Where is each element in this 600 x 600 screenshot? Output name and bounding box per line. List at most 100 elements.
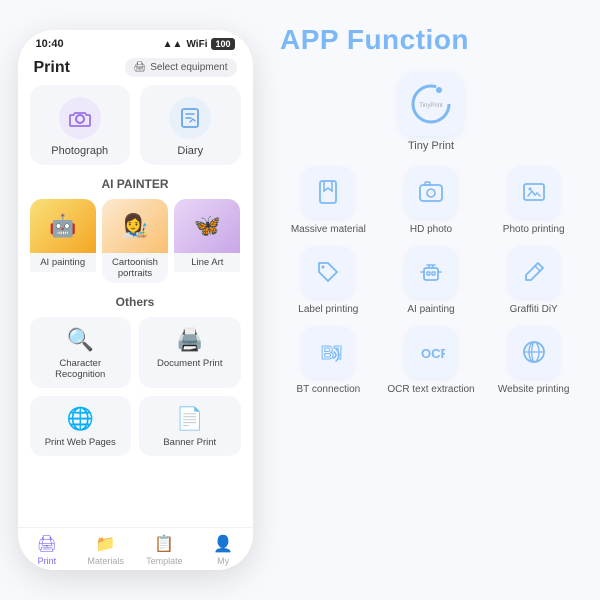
nav-print[interactable]: 🖨 Print	[18, 534, 77, 566]
ocr-text-icon-wrap: OCR	[405, 326, 457, 378]
character-recognition-icon: 🔍	[67, 327, 94, 353]
camera-icon	[68, 106, 92, 130]
cartoonish-label: Cartoonish portraits	[102, 253, 168, 283]
diary-icon-wrap	[169, 97, 211, 139]
battery-icon: 100	[211, 38, 234, 50]
materials-nav-icon: 📁	[96, 534, 116, 554]
diary-label: Diary	[177, 145, 203, 157]
phone-screen: 10:40 ▲▲ WiFi 100 Print 🖨 Select equipme…	[18, 30, 253, 570]
ai-painting-feature-label: AI painting	[407, 303, 454, 316]
template-nav-icon: 📋	[154, 534, 174, 554]
bt-connection-item[interactable]: BT BT connection	[280, 326, 377, 396]
ai-painting-item[interactable]: 🤖 AI painting	[30, 199, 96, 283]
label-printing-item[interactable]: Label printing	[280, 246, 377, 316]
materials-nav-label: Materials	[87, 556, 124, 566]
line-art-item[interactable]: 🦋 Line Art	[174, 199, 240, 283]
document-print-icon: 🖨️	[176, 327, 203, 353]
document-print-item[interactable]: 🖨️ Document Print	[139, 317, 241, 388]
butterfly-icon: 🦋	[194, 213, 221, 239]
print-web-pages-item[interactable]: 🌐 Print Web Pages	[30, 396, 132, 456]
photo-printing-item[interactable]: Photo printing	[485, 166, 582, 236]
wifi-icon: WiFi	[186, 39, 207, 50]
website-printing-label: Website printing	[498, 383, 570, 396]
others-grid: 🔍 Character Recognition 🖨️ Document Prin…	[30, 317, 241, 456]
graffiti-diy-item[interactable]: Graffiti DiY	[485, 246, 582, 316]
character-recognition-label: Character Recognition	[38, 358, 124, 380]
phone-mockup: 10:40 ▲▲ WiFi 100 Print 🖨 Select equipme…	[0, 0, 270, 600]
hd-photo-icon-wrap	[405, 166, 457, 218]
quick-actions-row: Photograph Diary	[30, 85, 241, 165]
nav-template[interactable]: 📋 Template	[135, 534, 194, 566]
app-function-panel: APP Function TinyPrint Tiny Print Massiv…	[270, 0, 600, 600]
line-art-label: Line Art	[174, 253, 240, 272]
label-printing-label: Label printing	[298, 303, 358, 316]
ocr-icon: OCR	[417, 338, 445, 366]
tiny-print-logo: TinyPrint Tiny Print	[280, 72, 582, 152]
phone-scroll-area[interactable]: Photograph Diary AI PAINTER	[18, 85, 253, 527]
website-printing-icon-wrap	[508, 326, 560, 378]
tag-icon	[314, 258, 342, 286]
globe-icon	[520, 338, 548, 366]
label-printing-icon-wrap	[302, 246, 354, 298]
line-art-thumb: 🦋	[174, 199, 240, 253]
ai-painting-feature-item[interactable]: AI painting	[383, 246, 480, 316]
print-web-pages-label: Print Web Pages	[45, 437, 116, 448]
status-time: 10:40	[36, 38, 64, 50]
bt-connection-label: BT connection	[296, 383, 360, 396]
app-function-title: APP Function	[280, 24, 582, 56]
nav-materials[interactable]: 📁 Materials	[76, 534, 135, 566]
phone-header-title: Print	[34, 59, 70, 77]
my-nav-icon: 👤	[213, 534, 233, 554]
ocr-text-item[interactable]: OCR OCR text extraction	[383, 326, 480, 396]
tiny-print-logo-svg: TinyPrint	[407, 80, 455, 128]
nav-my[interactable]: 👤 My	[194, 534, 253, 566]
cartoonish-portraits-item[interactable]: 👩‍🎨 Cartoonish portraits	[102, 199, 168, 283]
banner-print-icon: 📄	[176, 406, 203, 432]
ocr-text-label: OCR text extraction	[387, 383, 474, 396]
bt-connection-icon-wrap: BT	[302, 326, 354, 378]
my-nav-label: My	[217, 556, 229, 566]
massive-material-icon-wrap	[302, 166, 354, 218]
tiny-print-label: Tiny Print	[408, 140, 454, 152]
camera-hd-icon	[417, 178, 445, 206]
photo-printing-label: Photo printing	[503, 223, 565, 236]
select-equipment-button[interactable]: 🖨 Select equipment	[125, 58, 237, 77]
svg-text:TinyPrint: TinyPrint	[419, 103, 443, 109]
ai-painting-feature-icon-wrap	[405, 246, 457, 298]
photograph-label: Photograph	[51, 145, 108, 157]
hd-photo-label: HD photo	[410, 223, 452, 236]
diary-button[interactable]: Diary	[140, 85, 241, 165]
massive-material-item[interactable]: Massive material	[280, 166, 377, 236]
photograph-button[interactable]: Photograph	[30, 85, 131, 165]
banner-print-label: Banner Print	[163, 437, 216, 448]
pencil-icon	[520, 258, 548, 286]
template-nav-label: Template	[146, 556, 183, 566]
robot-icon	[417, 258, 445, 286]
svg-text:OCR: OCR	[421, 346, 445, 361]
document-print-label: Document Print	[157, 358, 222, 369]
photo-print-icon	[520, 178, 548, 206]
feature-grid: Massive material HD photo	[280, 166, 582, 396]
phone-header: Print 🖨 Select equipment	[18, 54, 253, 85]
website-printing-item[interactable]: Website printing	[485, 326, 582, 396]
printer-icon: 🖨	[134, 62, 147, 73]
bluetooth-icon: BT	[314, 338, 342, 366]
character-recognition-item[interactable]: 🔍 Character Recognition	[30, 317, 132, 388]
print-nav-label: Print	[38, 556, 57, 566]
hd-photo-item[interactable]: HD photo	[383, 166, 480, 236]
bookmark-icon	[314, 178, 342, 206]
cartoonish-thumb: 👩‍🎨	[102, 199, 168, 253]
ai-painting-icon: 🤖	[49, 213, 76, 239]
signal-icon: ▲▲	[163, 39, 183, 50]
diary-icon	[178, 106, 202, 130]
print-nav-icon: 🖨	[37, 534, 57, 554]
phone-bottom-nav: 🖨 Print 📁 Materials 📋 Template 👤 My	[18, 527, 253, 570]
print-web-pages-icon: 🌐	[67, 406, 94, 432]
photo-printing-icon-wrap	[508, 166, 560, 218]
graffiti-diy-icon-wrap	[508, 246, 560, 298]
graffiti-diy-label: Graffiti DiY	[510, 303, 558, 316]
banner-print-item[interactable]: 📄 Banner Print	[139, 396, 241, 456]
ai-painter-header: AI PAINTER	[30, 177, 241, 191]
photograph-icon-wrap	[59, 97, 101, 139]
ai-painting-label: AI painting	[30, 253, 96, 272]
